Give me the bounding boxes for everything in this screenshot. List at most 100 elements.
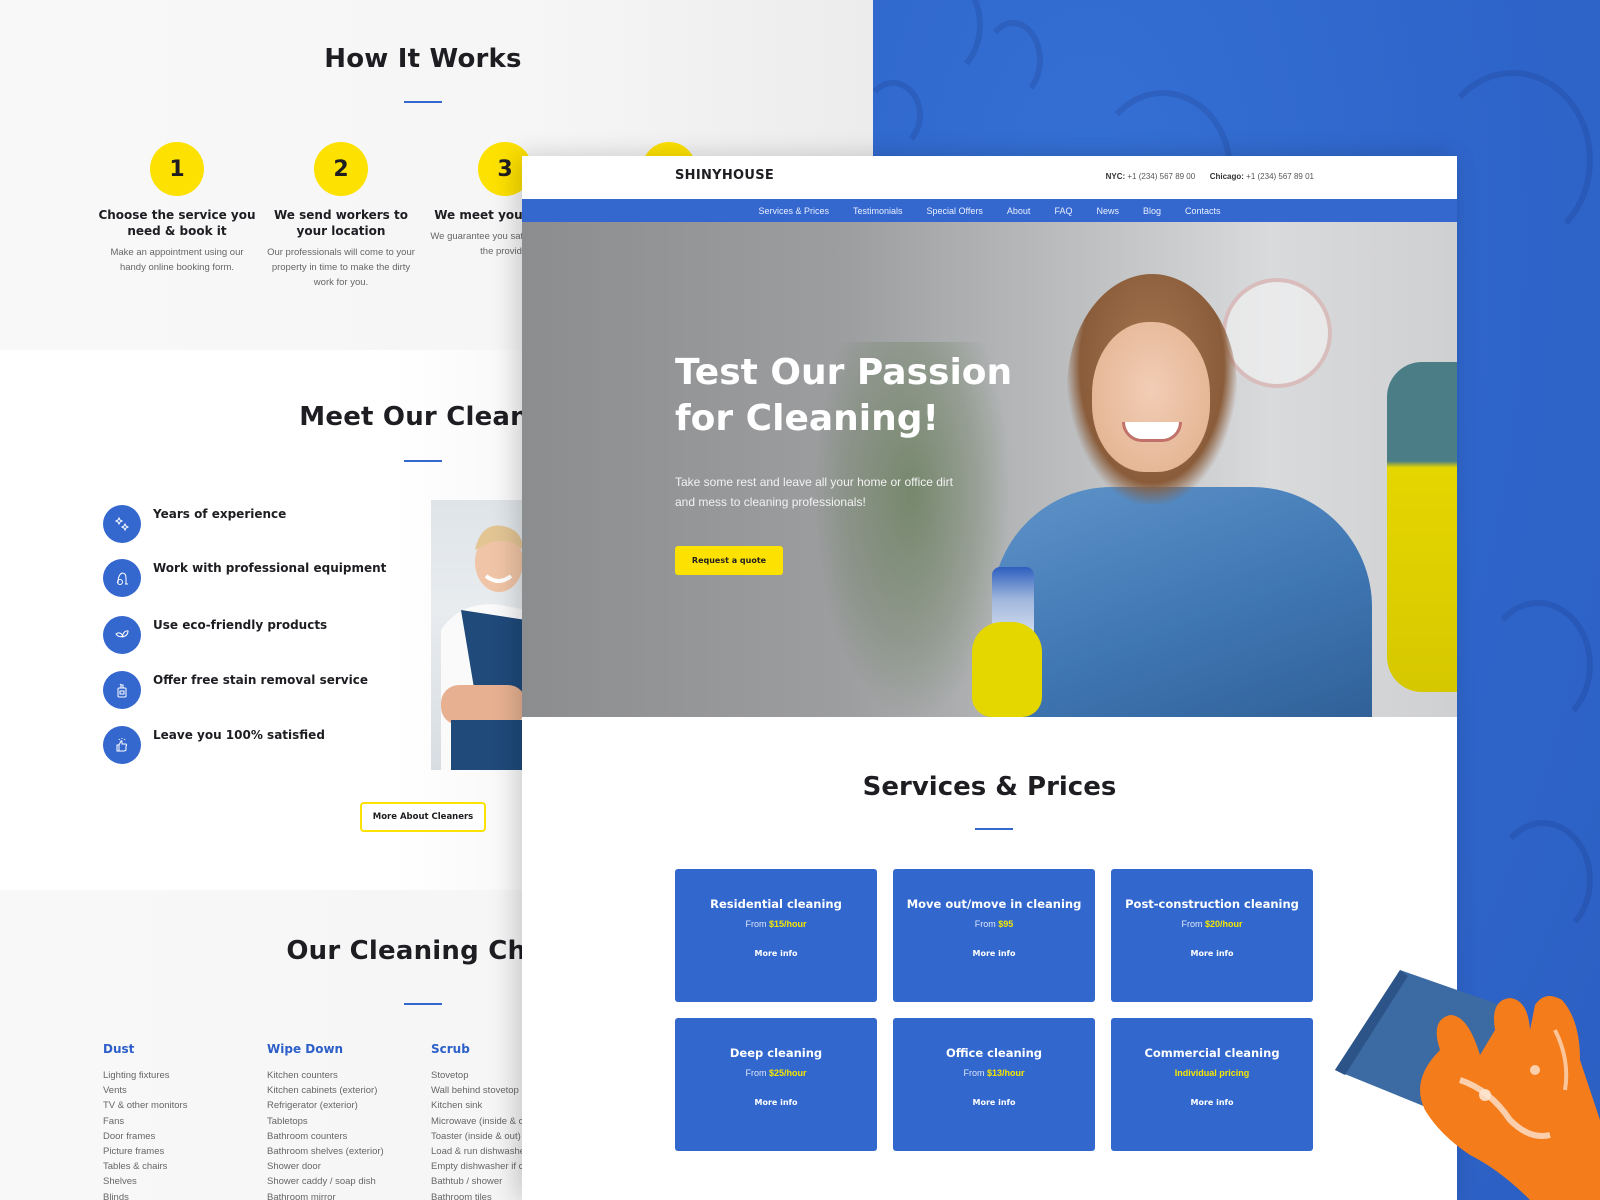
contact-phones: NYC: +1 (234) 567 89 00 Chicago: +1 (234…	[1106, 172, 1314, 181]
nav-blog[interactable]: Blog	[1143, 206, 1161, 216]
checklist-item: Vents	[103, 1085, 127, 1097]
checklist-heading: Wipe Down	[267, 1042, 344, 1056]
nyc-phone[interactable]: +1 (234) 567 89 00	[1127, 172, 1195, 181]
checklist-item: Tables & chairs	[103, 1161, 168, 1173]
service-title: Deep cleaning	[729, 1046, 823, 1060]
price-amount: $20/hour	[1204, 919, 1243, 929]
shinyhouse-homepage: SHINYHOUSE NYC: +1 (234) 567 89 00 Chica…	[522, 156, 1457, 1200]
nav-news[interactable]: News	[1096, 206, 1119, 216]
checklist-item: Tabletops	[267, 1115, 308, 1127]
checklist-item: Bathroom shelves (exterior)	[267, 1146, 384, 1158]
more-info-link[interactable]: More info	[675, 1098, 877, 1107]
nav-contacts[interactable]: Contacts	[1185, 206, 1221, 216]
feature-label: Offer free stain removal service	[153, 673, 368, 687]
orange-glove-shape	[1420, 996, 1600, 1200]
hero-banner: Test Our Passion for Cleaning! Take some…	[522, 222, 1457, 717]
checklist-column-wipe-down: Wipe Down Kitchen counters Kitchen cabin…	[267, 1042, 427, 1200]
chicago-phone[interactable]: +1 (234) 567 89 01	[1246, 172, 1314, 181]
glove-sponge-image	[1330, 920, 1600, 1200]
service-card[interactable]: Deep cleaning From $25/hour More info	[675, 1018, 877, 1151]
title-underline	[404, 101, 442, 103]
more-info-link[interactable]: More info	[675, 949, 877, 958]
detergent-bottle-icon	[103, 671, 141, 709]
nav-faq[interactable]: FAQ	[1054, 206, 1072, 216]
request-quote-button[interactable]: Request a quote	[675, 546, 783, 575]
checklist-item: TV & other monitors	[103, 1100, 188, 1112]
service-title: Commercial cleaning	[1144, 1046, 1280, 1060]
hero-woman-image	[992, 487, 1372, 717]
price-prefix: From	[963, 1068, 987, 1078]
checklist-item: Kitchen cabinets (exterior)	[267, 1085, 378, 1097]
checklist-item: Refrigerator (exterior)	[267, 1100, 358, 1112]
title-underline	[975, 828, 1013, 830]
checklist-item: Kitchen counters	[267, 1070, 338, 1081]
thumbs-up-icon	[103, 726, 141, 764]
checklist-item: Blinds	[103, 1191, 129, 1200]
price-amount: $15/hour	[768, 919, 807, 929]
site-logo[interactable]: SHINYHOUSE	[675, 168, 774, 183]
more-info-link[interactable]: More info	[1111, 1098, 1313, 1107]
price-amount: $95	[998, 919, 1014, 929]
yellow-glove-image	[972, 622, 1042, 717]
service-title: Post-construction cleaning	[1125, 897, 1299, 911]
more-about-cleaners-button[interactable]: More About Cleaners	[360, 802, 486, 832]
more-info-link[interactable]: More info	[893, 949, 1095, 958]
checklist-item: Shower door	[267, 1161, 321, 1173]
hero-subtitle: Take some rest and leave all your home o…	[675, 475, 953, 509]
how-it-works-title: How It Works	[324, 44, 522, 74]
hero-title-line1: Test Our Passion	[675, 352, 1013, 393]
nyc-label: NYC:	[1105, 172, 1126, 181]
checklist-item: Bathroom counters	[267, 1130, 348, 1142]
step-card: 2 We send workers to your location Our p…	[261, 142, 421, 290]
nav-about[interactable]: About	[1007, 206, 1031, 216]
service-card[interactable]: Office cleaning From $13/hour More info	[893, 1018, 1095, 1151]
service-title: Residential cleaning	[710, 897, 842, 911]
feature-label: Work with professional equipment	[153, 561, 387, 575]
more-info-link[interactable]: More info	[893, 1098, 1095, 1107]
top-header: SHINYHOUSE NYC: +1 (234) 567 89 00 Chica…	[522, 156, 1457, 199]
checklist-item: Door frames	[103, 1130, 156, 1142]
price-amount: $25/hour	[768, 1068, 807, 1078]
checklist-heading: Dust	[103, 1042, 135, 1056]
service-card[interactable]: Commercial cleaning Individual pricing M…	[1111, 1018, 1313, 1151]
step-number-badge: 1	[150, 142, 204, 196]
wall-clock-image	[1222, 278, 1332, 388]
cleaner-photo	[431, 500, 526, 770]
checklist-item: Fans	[103, 1115, 125, 1127]
feature-label: Use eco-friendly products	[153, 618, 328, 632]
service-price: From $95	[893, 919, 1095, 929]
price-prefix: From	[745, 1068, 769, 1078]
service-card[interactable]: Residential cleaning From $15/hour More …	[675, 869, 877, 1002]
sparkles-icon	[103, 505, 141, 543]
nav-testimonials[interactable]: Testimonials	[853, 206, 903, 216]
checklist-item: Shelves	[103, 1176, 137, 1188]
leaf-icon	[103, 616, 141, 654]
vacuum-cleaner-icon	[103, 559, 141, 597]
price-amount: $13/hour	[986, 1068, 1025, 1078]
bubble-decoration	[873, 80, 923, 150]
service-title: Move out/move in cleaning	[906, 897, 1082, 911]
checklist-item: Picture frames	[103, 1146, 165, 1158]
service-price: Individual pricing	[1174, 1068, 1250, 1078]
hero-title-line2: for Cleaning!	[675, 398, 939, 439]
price-prefix: From	[1181, 919, 1205, 929]
price-prefix: From	[745, 919, 769, 929]
step-number-badge: 2	[314, 142, 368, 196]
service-price: From $25/hour	[675, 1068, 877, 1078]
service-card[interactable]: Post-construction cleaning From $20/hour…	[1111, 869, 1313, 1002]
service-price: From $13/hour	[893, 1068, 1095, 1078]
checklist-item: Lighting fixtures	[103, 1070, 170, 1081]
price-prefix: From	[974, 919, 999, 929]
title-underline	[404, 1003, 442, 1005]
bubble-decoration	[1483, 600, 1593, 730]
hero-title: Test Our Passion for Cleaning!	[675, 350, 1095, 442]
service-card[interactable]: Move out/move in cleaning From $95 More …	[893, 869, 1095, 1002]
checklist-column-dust: Dust Lighting fixtures Vents TV & other …	[103, 1042, 263, 1200]
service-price: From $15/hour	[675, 919, 877, 929]
more-info-link[interactable]: More info	[1111, 949, 1313, 958]
nav-services-prices[interactable]: Services & Prices	[758, 206, 829, 216]
title-underline	[404, 460, 442, 462]
step-text: Our professionals will come to your prop…	[267, 247, 415, 288]
yellow-glove-cloth-image	[1387, 362, 1457, 692]
nav-special-offers[interactable]: Special Offers	[927, 206, 983, 216]
